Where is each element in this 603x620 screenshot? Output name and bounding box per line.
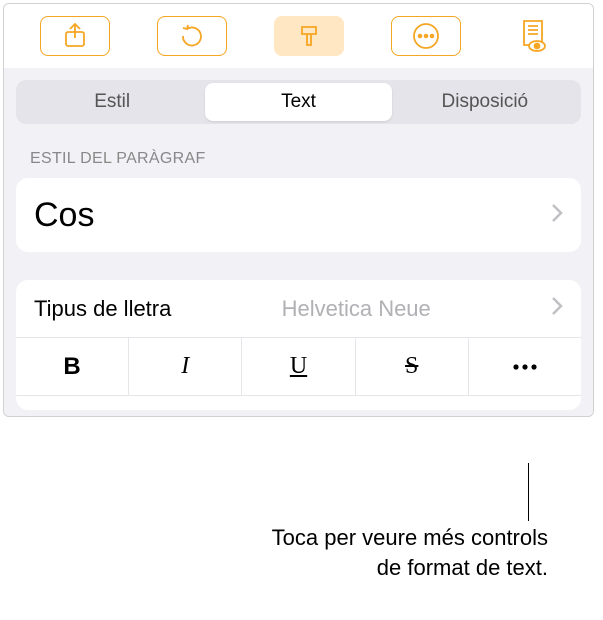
main-toolbar bbox=[4, 4, 593, 68]
app-frame: Estil Text Disposició ESTIL DEL PARÀGRAF… bbox=[3, 3, 594, 417]
tab-style[interactable]: Estil bbox=[19, 83, 205, 121]
text-style-row: B I U S bbox=[16, 338, 581, 396]
share-icon bbox=[64, 23, 86, 49]
chevron-right-icon bbox=[551, 203, 563, 228]
format-brush-icon bbox=[296, 23, 322, 49]
callout-text: Toca per veure més controls de format de… bbox=[128, 523, 548, 582]
panel-tabs: Estil Text Disposició bbox=[16, 80, 581, 124]
share-button[interactable] bbox=[40, 16, 110, 56]
format-panel: Estil Text Disposició ESTIL DEL PARÀGRAF… bbox=[4, 68, 593, 416]
row-spacer bbox=[16, 396, 581, 410]
chevron-right-icon bbox=[551, 296, 563, 321]
font-label: Tipus de lletra bbox=[34, 296, 171, 322]
more-icon bbox=[411, 21, 441, 51]
paragraph-style-value: Cos bbox=[34, 196, 94, 235]
bold-button[interactable]: B bbox=[16, 338, 129, 395]
callout-leader-line bbox=[528, 463, 529, 521]
font-value: Helvetica Neue bbox=[282, 296, 431, 322]
font-row[interactable]: Tipus de lletra Helvetica Neue bbox=[16, 280, 581, 338]
ellipsis-icon bbox=[511, 363, 539, 371]
undo-icon bbox=[179, 23, 205, 49]
read-mode-button[interactable] bbox=[508, 16, 558, 56]
tab-layout[interactable]: Disposició bbox=[392, 83, 578, 121]
paragraph-style-row[interactable]: Cos bbox=[16, 178, 581, 252]
strikethrough-button[interactable]: S bbox=[356, 338, 469, 395]
more-button[interactable] bbox=[391, 16, 461, 56]
tab-text[interactable]: Text bbox=[205, 83, 391, 121]
format-button[interactable] bbox=[274, 16, 344, 56]
read-mode-icon bbox=[518, 19, 548, 53]
more-text-options-button[interactable] bbox=[469, 338, 581, 395]
underline-button[interactable]: U bbox=[242, 338, 355, 395]
section-label-paragraph-style: ESTIL DEL PARÀGRAF bbox=[30, 150, 581, 168]
italic-button[interactable]: I bbox=[129, 338, 242, 395]
undo-button[interactable] bbox=[157, 16, 227, 56]
callout-line2: de format de text. bbox=[377, 555, 548, 580]
callout-line1: Toca per veure més controls bbox=[272, 525, 548, 550]
